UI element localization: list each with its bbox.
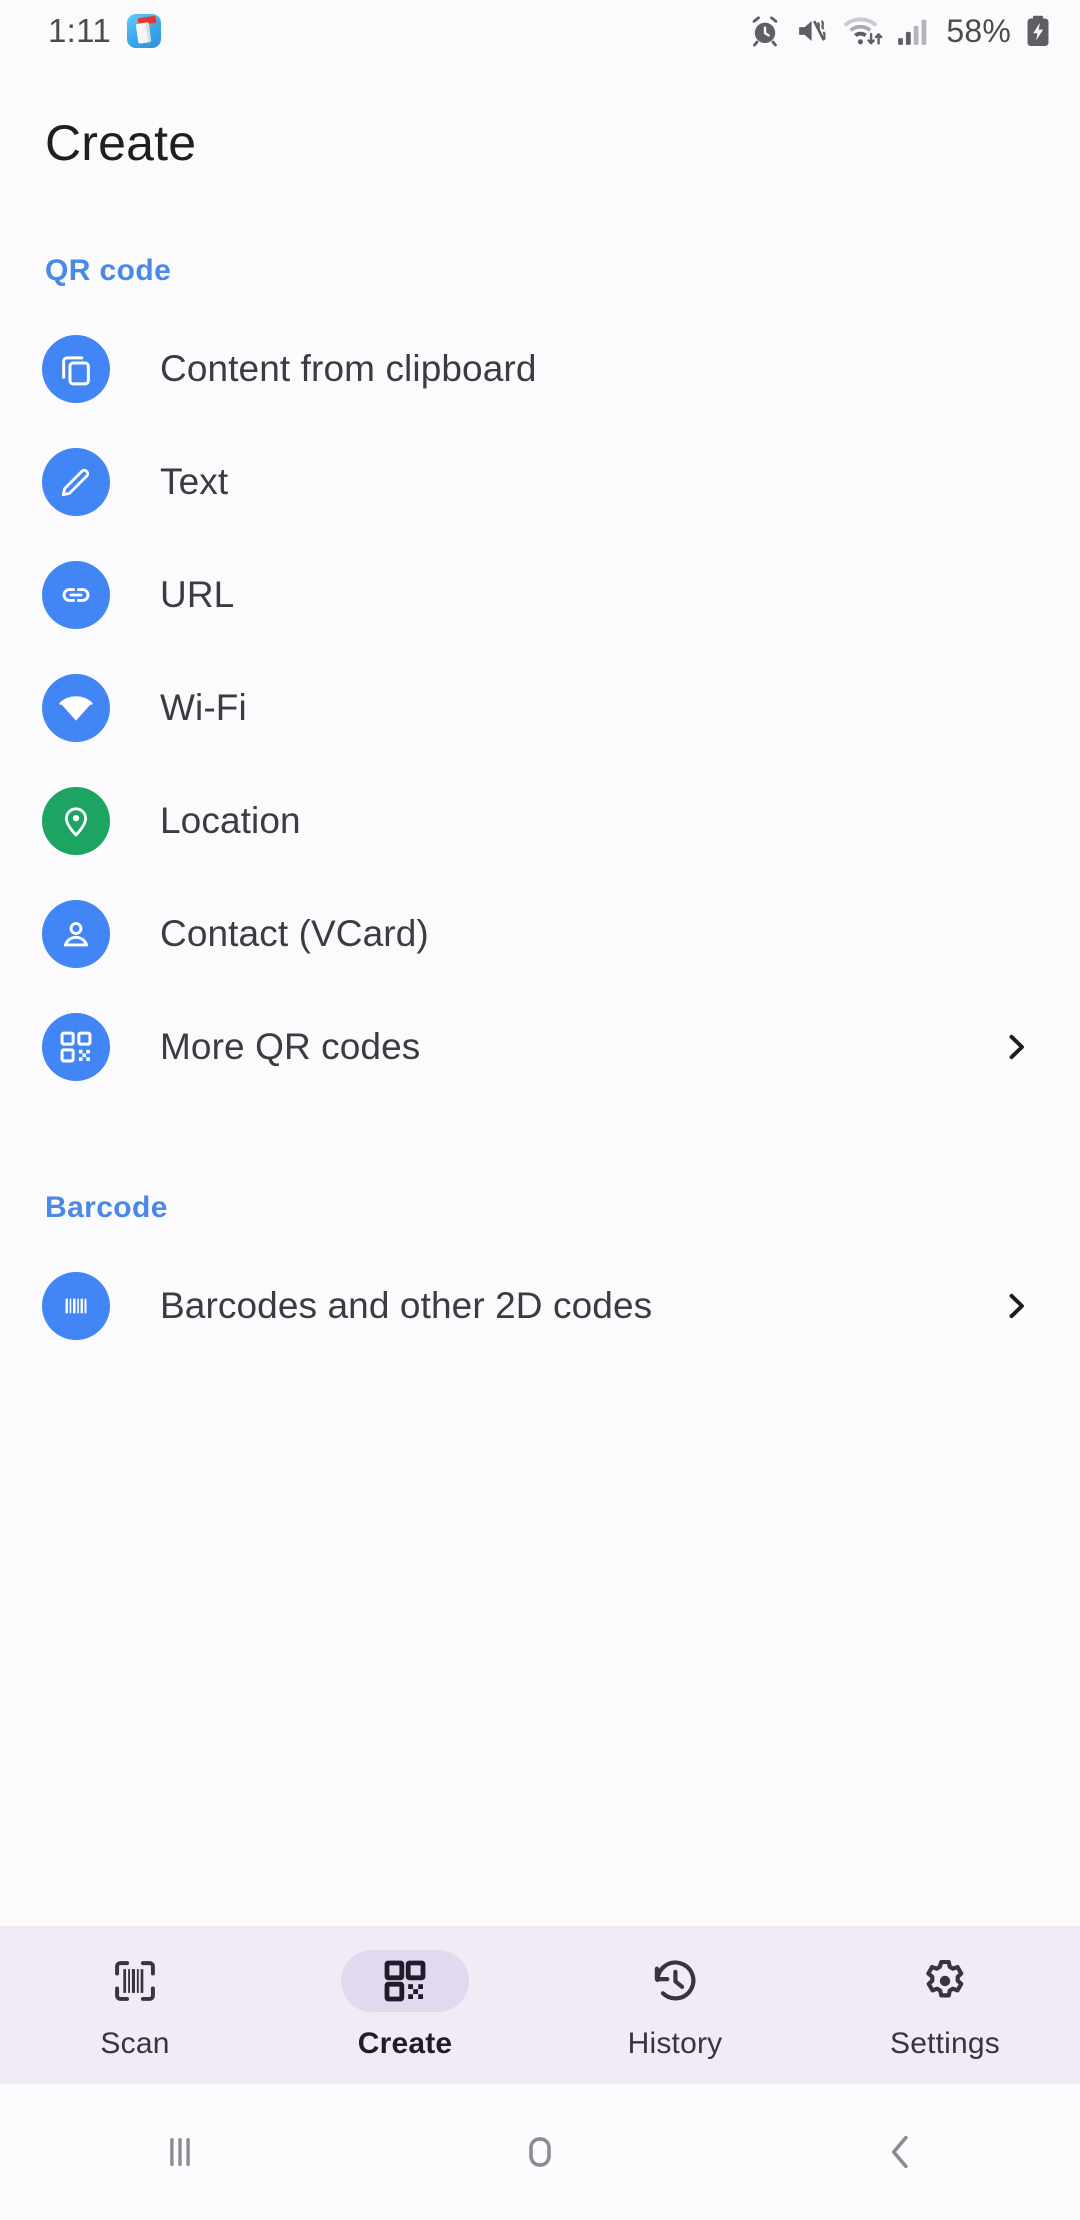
list-item-label: Location	[160, 799, 301, 841]
location-pin-icon	[42, 786, 110, 855]
section-header-qr-code: QR code	[45, 254, 172, 287]
status-bar: 1:11 58%	[0, 0, 1080, 62]
list-item-url[interactable]: URL	[0, 538, 1080, 651]
home-square-icon	[513, 2125, 567, 2179]
qr-code-icon	[42, 1012, 110, 1081]
content-area: QR code Content from clipboard Text URL …	[0, 172, 1080, 1926]
list-item-label: Barcodes and other 2D codes	[160, 1284, 653, 1326]
wifi-transfer-icon	[844, 14, 884, 48]
gear-icon	[881, 1950, 1009, 2012]
list-item-label: Text	[160, 460, 229, 502]
page-title: Create	[45, 115, 197, 171]
app-root: 1:11 58% Create QR code Content from cli…	[0, 0, 1080, 2220]
person-icon	[42, 899, 110, 968]
list-item-text[interactable]: Text	[0, 425, 1080, 538]
tab-label: Create	[357, 2026, 453, 2060]
list-item-barcodes-and-other-2d-codes[interactable]: Barcodes and other 2D codes	[0, 1249, 1080, 1362]
list-item-more-qr-codes[interactable]: More QR codes	[0, 990, 1080, 1103]
tab-scan[interactable]: Scan	[0, 1926, 270, 2084]
section-header-barcode: Barcode	[45, 1191, 168, 1224]
chevron-right-icon[interactable]	[998, 1029, 1034, 1065]
list-item-label: Contact (VCard)	[160, 912, 429, 954]
list-item-contact-vcard[interactable]: Contact (VCard)	[0, 877, 1080, 990]
list-item-label: More QR codes	[160, 1025, 421, 1067]
chevron-right-icon[interactable]	[998, 1288, 1034, 1324]
tab-label: Settings	[890, 2026, 1000, 2060]
tab-create[interactable]: Create	[270, 1926, 540, 2084]
pencil-icon	[42, 447, 110, 516]
tab-label: History	[627, 2026, 723, 2060]
bottom-navigation-bar: Scan Create History Settings	[0, 1926, 1080, 2084]
cleaner-app-icon	[126, 14, 161, 48]
list-item-location[interactable]: Location	[0, 764, 1080, 877]
list-item-content-from-clipboard[interactable]: Content from clipboard	[0, 312, 1080, 425]
tab-label: Scan	[100, 2026, 170, 2060]
back-button[interactable]	[720, 2125, 1080, 2179]
wifi-icon	[42, 673, 110, 742]
tab-history[interactable]: History	[540, 1926, 810, 2084]
home-button[interactable]	[360, 2125, 720, 2179]
barcode-list: Barcodes and other 2D codes	[0, 1249, 1080, 1362]
battery-charging-icon	[1024, 14, 1052, 48]
status-icons: 58%	[748, 13, 1052, 50]
barcode-icon	[42, 1271, 110, 1340]
system-navigation-bar	[0, 2084, 1080, 2220]
scan-barcode-icon	[71, 1950, 199, 2012]
link-icon	[42, 560, 110, 629]
clipboard-copy-icon	[42, 334, 110, 403]
list-item-label: Content from clipboard	[160, 347, 537, 389]
list-item-label: URL	[160, 573, 235, 615]
list-item-label: Wi-Fi	[160, 686, 247, 728]
status-clock: 1:11	[48, 12, 111, 49]
qr-code-list: Content from clipboard Text URL Wi-Fi Lo…	[0, 312, 1080, 1103]
alarm-icon	[748, 14, 782, 48]
recents-button[interactable]	[0, 2125, 360, 2179]
history-clock-icon	[611, 1950, 739, 2012]
qr-code-icon	[341, 1949, 469, 2012]
chevron-left-icon	[873, 2125, 927, 2179]
list-item-wifi[interactable]: Wi-Fi	[0, 651, 1080, 764]
signal-bars-icon	[897, 14, 929, 48]
recents-bars-icon	[153, 2125, 207, 2179]
battery-percent-label: 58%	[946, 12, 1011, 49]
tab-settings[interactable]: Settings	[810, 1926, 1080, 2084]
mute-vibrate-icon	[795, 14, 831, 48]
